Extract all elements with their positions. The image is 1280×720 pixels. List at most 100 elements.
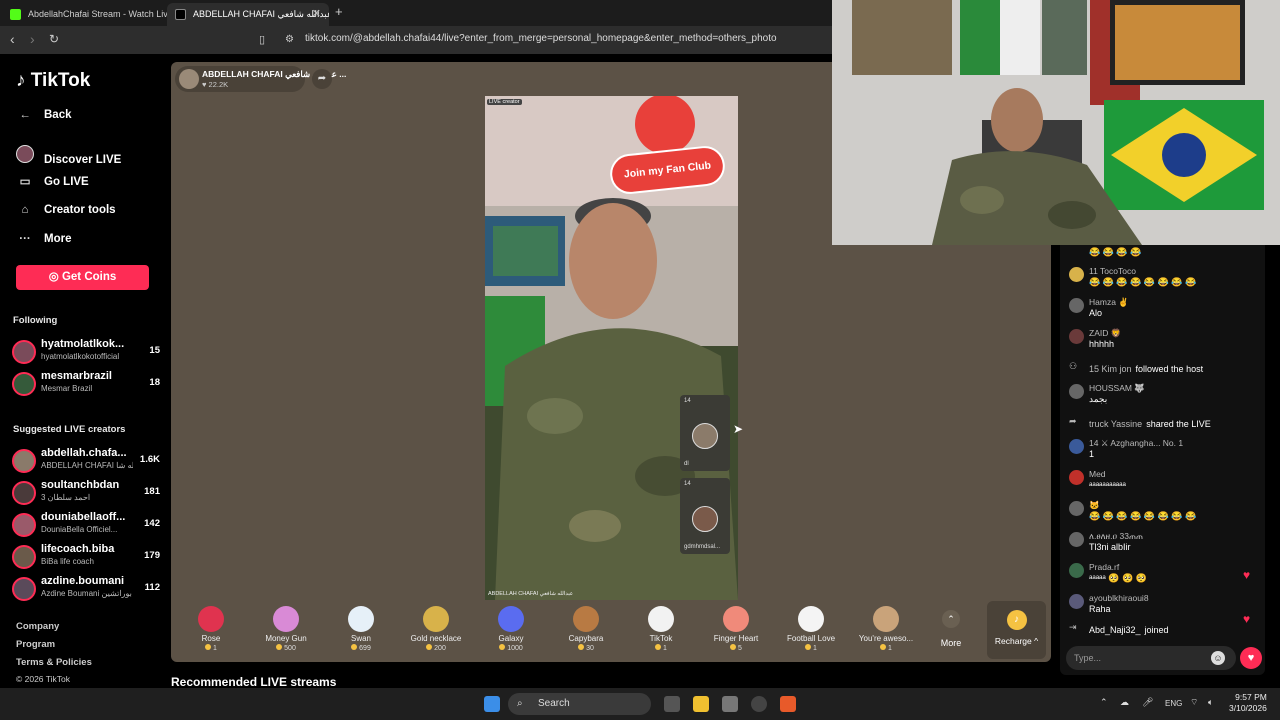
emoji-icon[interactable]: ☺ bbox=[1211, 651, 1225, 665]
cohost-tile[interactable]: 14 dl bbox=[680, 395, 730, 471]
forward-arrow-icon[interactable]: › bbox=[30, 31, 35, 47]
cloud-icon[interactable]: ☁ bbox=[1120, 697, 1129, 708]
following-account[interactable]: hyatmolatlkok... hyatmolatlkokotofficial… bbox=[12, 338, 162, 366]
coin-icon: ◎ bbox=[48, 271, 62, 283]
sidebar: ♪ TikTok ← Back Discover LIVE ▭ Go LIVE ⌂ C… bbox=[0, 54, 170, 686]
webcam-scene bbox=[832, 0, 1280, 245]
camera-app-icon[interactable] bbox=[722, 696, 738, 712]
capybara-icon bbox=[573, 606, 599, 632]
suggested-header: Suggested LIVE creators bbox=[13, 424, 126, 435]
get-coins-button[interactable]: ◎ Get Coins bbox=[16, 265, 149, 290]
language-indicator[interactable]: ENG bbox=[1165, 699, 1182, 708]
host-avatar bbox=[179, 69, 199, 89]
send-heart-button[interactable]: ♥ bbox=[1240, 647, 1262, 669]
file-explorer-icon[interactable] bbox=[693, 696, 709, 712]
footer-terms-link[interactable]: Terms & Policies bbox=[16, 657, 92, 668]
gift-item[interactable]: Gold necklace 200 bbox=[400, 600, 472, 660]
url-field[interactable]: tiktok.com/@abdellah.chafai44/live?enter… bbox=[305, 33, 777, 44]
money-gun-icon bbox=[273, 606, 299, 632]
avatar bbox=[12, 577, 36, 601]
task-view-icon[interactable] bbox=[664, 696, 680, 712]
browser-tab-active[interactable]: ABDELLAH CHAFAI عبدالله شافعي ... ✕ bbox=[167, 3, 329, 26]
swan-icon bbox=[348, 606, 374, 632]
more-gifts-button[interactable]: ⌃ More bbox=[930, 608, 972, 656]
obs-icon[interactable] bbox=[751, 696, 767, 712]
heart-icon: ♥ bbox=[1243, 612, 1251, 626]
reload-icon[interactable]: ↻ bbox=[49, 32, 59, 46]
browser-tab[interactable]: AbdellahChafai Stream - Watch Live ... bbox=[2, 3, 167, 26]
cohost-name: gdmhmdsal... bbox=[684, 544, 721, 550]
nav-go-live[interactable]: ▭ Go LIVE bbox=[16, 174, 89, 188]
nav-discover-live[interactable]: Discover LIVE bbox=[16, 145, 121, 166]
following-header: Following bbox=[13, 315, 58, 326]
gift-item[interactable]: Money Gun 500 bbox=[250, 600, 322, 660]
gift-item[interactable]: Finger Heart 5 bbox=[700, 600, 772, 660]
suggested-account[interactable]: azdine.boumani Azdine Boumani بوراتشين 1… bbox=[12, 575, 162, 603]
gift-bar: Rose 1 Money Gun 500 Swan 699 Gold necklace… bbox=[175, 600, 1045, 662]
back-link[interactable]: ← Back bbox=[16, 109, 71, 121]
cohost-avatar bbox=[692, 506, 718, 532]
gold-necklace-icon bbox=[423, 606, 449, 632]
copyright: © 2026 TikTok bbox=[16, 674, 70, 684]
search-icon: ⌕ bbox=[517, 698, 523, 709]
host-info[interactable]: ABDELLAH CHAFAI عبدالله شافعي ... ♥ 22.2… bbox=[175, 66, 346, 92]
microphone-icon[interactable]: 🎤︎ bbox=[1142, 697, 1153, 708]
recharge-button[interactable]: ♪ Recharge ^ bbox=[987, 601, 1046, 659]
suggested-account[interactable]: douniabellaoff... DouniaBella Officiel..… bbox=[12, 511, 162, 539]
site-info-icon[interactable]: ⚙ bbox=[285, 34, 294, 45]
recommended-title: Recommended LIVE streams bbox=[171, 675, 337, 689]
youre-awesome-icon bbox=[873, 606, 899, 632]
tiktok-logo[interactable]: ♪ TikTok bbox=[16, 70, 90, 92]
footer-program-link[interactable]: Program bbox=[16, 639, 55, 650]
following-account[interactable]: mesmarbrazil Mesmar Brazil 18 bbox=[12, 370, 162, 398]
gift-item[interactable]: Rose 1 bbox=[175, 600, 247, 660]
bookmark-icon[interactable]: ▯ bbox=[259, 33, 265, 46]
gift-item[interactable]: You're aweso... 1 bbox=[850, 600, 922, 660]
gift-item[interactable]: Football Love 1 bbox=[775, 600, 847, 660]
suggested-account[interactable]: lifecoach.biba BiBa life coach 179 bbox=[12, 543, 162, 571]
nav-creator-tools[interactable]: ⌂ Creator tools bbox=[16, 204, 116, 216]
nav-more[interactable]: ··· More bbox=[16, 233, 71, 245]
footer-company-link[interactable]: Company bbox=[16, 621, 59, 632]
cohost-badge: 14 bbox=[684, 398, 691, 404]
heart-icon: ♥ bbox=[1243, 568, 1251, 582]
mouse-cursor-icon: ➤ bbox=[733, 422, 744, 436]
brave-browser-icon[interactable] bbox=[780, 696, 796, 712]
system-clock[interactable]: 9:57 PM 3/10/2026 bbox=[1229, 692, 1267, 714]
avatar bbox=[1069, 439, 1084, 454]
avatar bbox=[12, 340, 36, 364]
avatar bbox=[12, 513, 36, 537]
avatar bbox=[1069, 532, 1084, 547]
avatar bbox=[1069, 329, 1084, 344]
suggested-account[interactable]: soultanchbdan 3 احمد سلطان 181 bbox=[12, 479, 162, 507]
gift-item[interactable]: Galaxy 1000 bbox=[475, 600, 547, 660]
gift-item[interactable]: Capybara 30 bbox=[550, 600, 622, 660]
new-tab-button[interactable]: + bbox=[335, 4, 343, 19]
share-icon[interactable]: ➦ bbox=[312, 69, 332, 89]
avatar bbox=[1069, 470, 1084, 485]
avatar bbox=[1069, 501, 1084, 516]
host-likes: ♥ 22.2K bbox=[202, 80, 229, 89]
gift-item[interactable]: Swan 699 bbox=[325, 600, 397, 660]
cohost-name: dl bbox=[684, 461, 689, 467]
follow-icon: ⚇ bbox=[1069, 361, 1078, 371]
close-tab-icon[interactable]: ✕ bbox=[312, 3, 321, 26]
back-arrow-icon[interactable]: ‹ bbox=[10, 31, 15, 47]
football-love-icon bbox=[798, 606, 824, 632]
video-camera-icon: ▭ bbox=[19, 176, 31, 188]
back-arrow-circle-icon: ← bbox=[19, 109, 31, 121]
suggested-account[interactable]: abdellah.chafa... ABDELLAH CHAFAI عبدالل… bbox=[12, 447, 162, 475]
cohost-badge: 14 bbox=[684, 481, 691, 487]
join-icon: ⇥ bbox=[1069, 622, 1077, 632]
webcam-overlay bbox=[832, 0, 1280, 245]
windows-start-icon[interactable] bbox=[484, 696, 500, 712]
tiktok-favicon-icon bbox=[175, 9, 186, 20]
chevron-up-icon: ⌃ bbox=[942, 610, 960, 628]
taskbar-search[interactable]: ⌕ Search bbox=[508, 693, 651, 715]
tray-chevron-icon[interactable]: ⌃ bbox=[1100, 697, 1108, 708]
volume-icon[interactable]: 🔈︎ bbox=[1208, 697, 1213, 708]
gift-item[interactable]: TikTok 1 bbox=[625, 600, 697, 660]
wifi-icon[interactable]: ⌔ bbox=[1190, 697, 1198, 708]
tiktok-gift-icon bbox=[648, 606, 674, 632]
cohost-tile[interactable]: 14 gdmhmdsal... bbox=[680, 478, 730, 554]
